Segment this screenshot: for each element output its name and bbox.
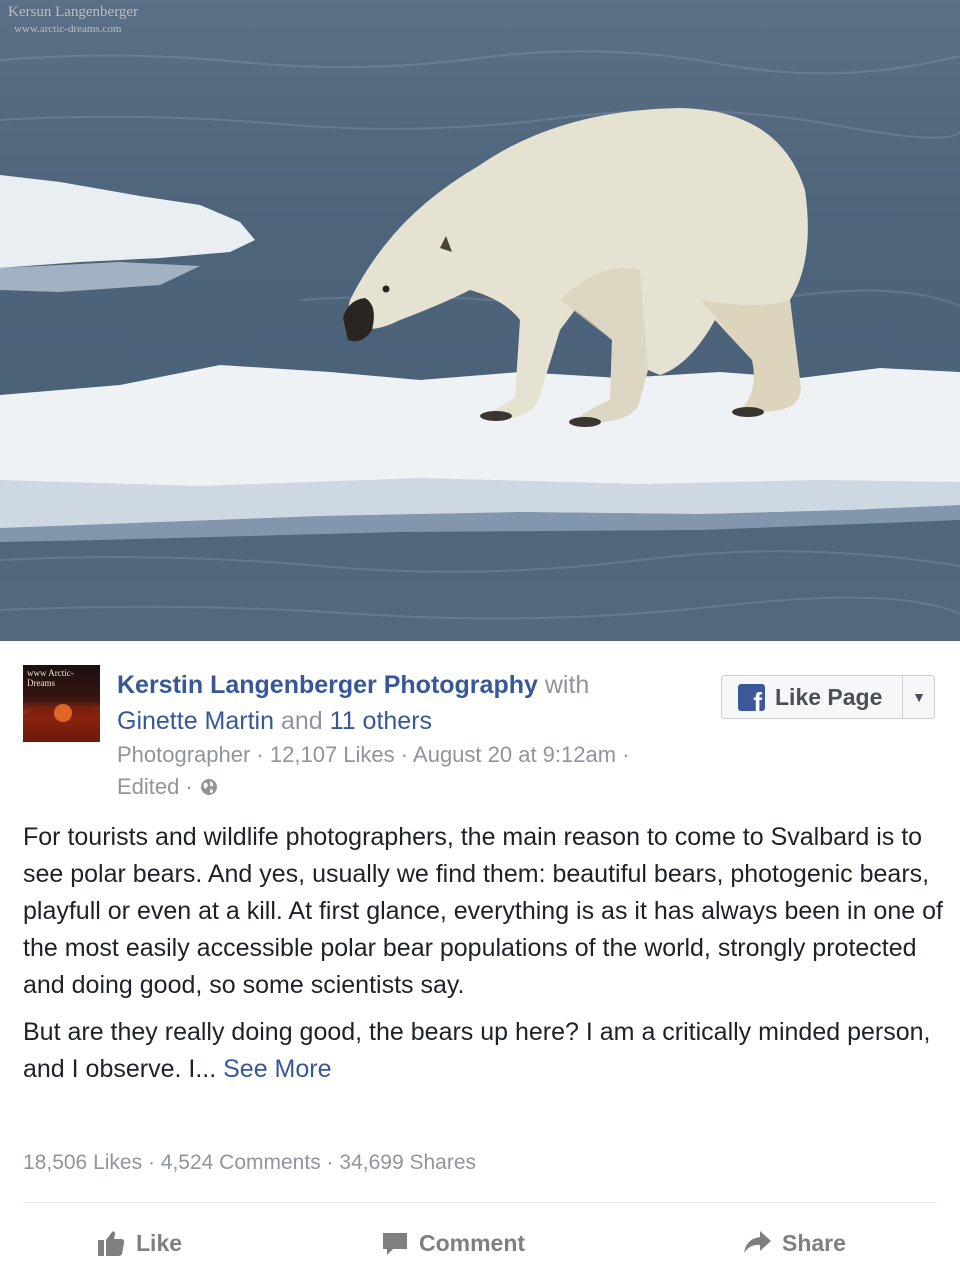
post-photo[interactable]: Kersun Langenberger www.arctic-dreams.co…	[0, 0, 960, 641]
post-stats: 18,506 Likes · 4,524 Comments · 34,699 S…	[23, 1151, 476, 1174]
photo-watermark: Kersun Langenberger www.arctic-dreams.co…	[8, 4, 139, 35]
polar-bear-photo	[0, 50, 960, 620]
comments-count-link[interactable]: 4,524 Comments	[161, 1151, 321, 1174]
share-action-button[interactable]: Share	[742, 1223, 846, 1263]
like-page-main[interactable]: f Like Page	[722, 676, 902, 718]
page-category: Photographer	[117, 742, 251, 767]
page-name-link[interactable]: Kerstin Langenberger Photography	[117, 671, 538, 699]
post-date-link[interactable]: August 20 at 9:12am	[413, 742, 616, 767]
caret-down-icon: ▼	[912, 689, 926, 705]
comment-action-label: Comment	[419, 1229, 526, 1256]
like-page-label: Like Page	[775, 683, 883, 710]
likes-count-link[interactable]: 18,506 Likes	[23, 1151, 142, 1174]
post-header: Kerstin Langenberger Photography with Gi…	[117, 667, 677, 803]
actions-divider	[23, 1202, 937, 1203]
post-card: www Arctic-Dreams Kerstin Langenberger P…	[0, 641, 960, 1282]
post-paragraph-1: For tourists and wildlife photographers,…	[23, 823, 943, 999]
with-text: with	[544, 671, 590, 699]
tagged-person-link[interactable]: Ginette Martin	[117, 707, 274, 735]
share-arrow-icon	[744, 1231, 771, 1253]
page-likes-count: 12,107 Likes	[269, 742, 395, 767]
post-paragraph-2: But are they really doing good, the bear…	[23, 1018, 931, 1083]
others-link[interactable]: 11 others	[330, 707, 432, 735]
and-text: and	[280, 707, 323, 735]
tagged-line: Ginette Martin and 11 others	[117, 703, 677, 739]
like-page-button[interactable]: f Like Page ▼	[721, 675, 935, 719]
shares-count-link[interactable]: 34,699 Shares	[339, 1151, 476, 1174]
edited-link[interactable]: Edited	[117, 774, 179, 799]
facebook-logo-icon: f	[738, 683, 765, 711]
globe-icon[interactable]	[199, 777, 219, 797]
comment-action-button[interactable]: Comment	[381, 1223, 525, 1263]
post-title-line: Kerstin Langenberger Photography with	[117, 667, 677, 703]
like-action-button[interactable]: Like	[96, 1223, 182, 1263]
post-meta-edited: Edited ·	[117, 771, 677, 803]
share-action-label: Share	[782, 1229, 846, 1256]
like-page-dropdown[interactable]: ▼	[902, 676, 935, 718]
comment-icon	[383, 1233, 407, 1255]
see-more-link[interactable]: See More	[223, 1055, 331, 1083]
like-action-label: Like	[136, 1229, 183, 1256]
page-avatar[interactable]: www Arctic-Dreams	[23, 665, 100, 742]
post-meta: Photographer · 12,107 Likes · August 20 …	[117, 742, 630, 767]
thumbs-up-icon	[98, 1231, 125, 1256]
post-message: For tourists and wildlife photographers,…	[23, 819, 943, 1098]
